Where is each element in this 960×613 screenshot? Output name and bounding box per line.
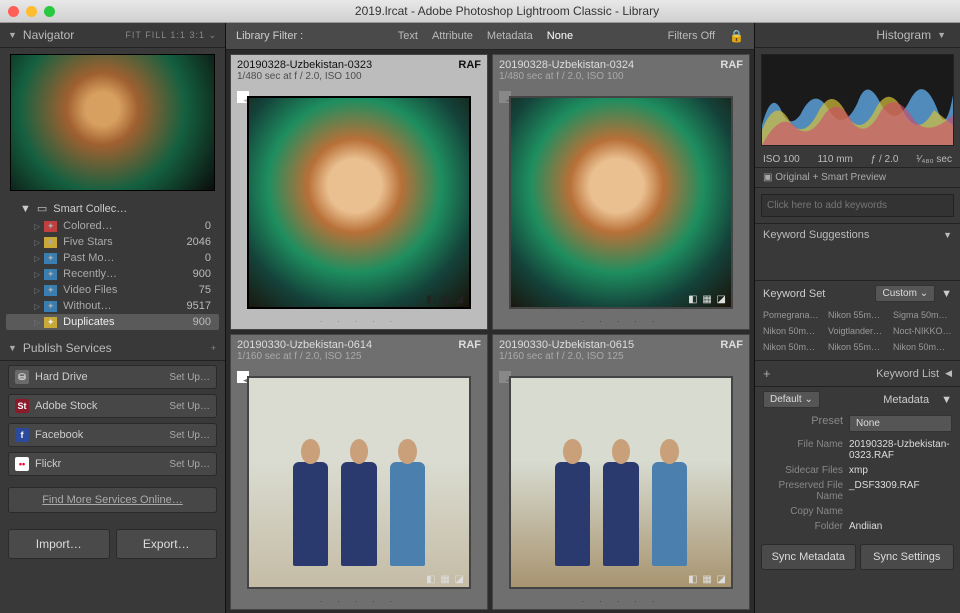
thumbnail-image[interactable]: ◧ ▦ ◪ (247, 96, 471, 309)
lock-icon[interactable]: 🔒 (729, 29, 744, 43)
add-publish-service-button[interactable]: + (211, 343, 217, 353)
thumbnail-image[interactable]: ◧ ▦ ◪ (509, 376, 733, 589)
keyword-input[interactable]: Click here to add keywords (761, 194, 954, 217)
smart-collections-header[interactable]: ▼ ▭ Smart Collec… (6, 199, 219, 218)
sync-settings-button[interactable]: Sync Settings (860, 544, 955, 570)
publish-services-list: ⛁Hard DriveSet Up… StAdobe StockSet Up… fF… (0, 361, 225, 485)
minimize-icon[interactable] (26, 6, 37, 17)
keyword-cell[interactable]: Voigtlander… (826, 324, 889, 338)
center-panel: Library Filter : Text Attribute Metadata… (226, 23, 754, 613)
keyword-cell[interactable]: Noct-NIKKO… (891, 324, 954, 338)
keyword-cell[interactable]: Sigma 50m… (891, 308, 954, 322)
histogram-chart[interactable] (761, 54, 954, 146)
metadata-preset-dropdown[interactable]: None (849, 415, 952, 432)
smart-collection-item[interactable]: ▷✦Past Mo…0 (6, 250, 219, 266)
export-button[interactable]: Export… (116, 529, 218, 559)
metadata-row: Preserved File Name_DSF3309.RAF (763, 478, 952, 504)
keyword-cell[interactable]: Nikon 50mm… (891, 340, 954, 354)
filter-tab-none[interactable]: None (547, 30, 573, 42)
smart-collection-item[interactable]: ▷✦Duplicates900 (6, 314, 219, 330)
grid-cell[interactable]: 20190328-Uzbekistan-0323RAF1/480 sec at … (230, 54, 488, 330)
metadata-value[interactable]: Andiian (849, 521, 952, 532)
chevron-down-icon: ▼ (8, 343, 17, 353)
left-panel: ▼ Navigator FIT FILL 1:1 3:1 ⌄ ▼ ▭ Smart… (0, 23, 226, 613)
window-title: 2019.lrcat - Adobe Photoshop Lightroom C… (62, 4, 952, 18)
thumbnail-grid[interactable]: 20190328-Uzbekistan-0323RAF1/480 sec at … (226, 50, 754, 613)
filters-off-toggle[interactable]: Filters Off (668, 30, 715, 42)
metadata-value[interactable] (849, 506, 952, 517)
close-icon[interactable] (8, 6, 19, 17)
keyword-cell[interactable]: Pomegrana… (761, 308, 824, 322)
navigator-preview[interactable] (10, 54, 215, 191)
right-panel: Histogram ▼ ISO 100 110 mm ƒ / 2.0 ¹⁄₄₈₀… (754, 23, 960, 613)
thumbnail-image[interactable]: ◧ ▦ ◪ (509, 96, 733, 309)
smart-collection-item[interactable]: ▷✦Five Stars2046 (6, 234, 219, 250)
import-button[interactable]: Import… (8, 529, 110, 559)
metadata-fields: File Name20190328-Uzbekistan-0323.RAFSid… (755, 435, 960, 540)
navigator-zoom-options[interactable]: FIT FILL 1:1 3:1 ⌄ (125, 30, 217, 41)
navigator-title: Navigator (23, 28, 74, 42)
metadata-value[interactable]: 20190328-Uzbekistan-0323.RAF (849, 439, 952, 461)
keyword-cell[interactable]: Nikon 55mm… (826, 340, 889, 354)
chevron-down-icon: ▼ (20, 203, 31, 215)
keyword-set-grid[interactable]: Pomegrana…Nikon 55mm…Sigma 50m…Nikon 50m… (755, 306, 960, 360)
publish-service-item[interactable]: fFacebookSet Up… (8, 423, 217, 447)
keyword-list-header[interactable]: + Keyword List ◀ (755, 360, 960, 386)
smart-collection-item[interactable]: ▷✦Colored…0 (6, 218, 219, 234)
navigator-header[interactable]: ▼ Navigator FIT FILL 1:1 3:1 ⌄ (0, 23, 225, 48)
chevron-down-icon: ▼ (8, 30, 17, 40)
metadata-mode-dropdown[interactable]: Default ⌄ (763, 391, 820, 408)
smart-collection-item[interactable]: ▷✦Recently…900 (6, 266, 219, 282)
metadata-value[interactable]: xmp (849, 465, 952, 476)
keyword-set-label: Keyword Set (763, 288, 825, 300)
publish-services-header[interactable]: ▼ Publish Services + (0, 336, 225, 361)
publish-service-item[interactable]: ••FlickrSet Up… (8, 452, 217, 476)
keyword-cell[interactable]: Nikon 55mm… (826, 308, 889, 322)
metadata-row: Copy Name (763, 504, 952, 519)
find-more-services-link[interactable]: Find More Services Online… (8, 487, 217, 513)
smart-collection-item[interactable]: ▷✦Without…9517 (6, 298, 219, 314)
keyword-set-dropdown[interactable]: Custom ⌄ (875, 285, 935, 302)
metadata-value[interactable]: _DSF3309.RAF (849, 480, 952, 502)
metadata-row: File Name20190328-Uzbekistan-0323.RAF (763, 437, 952, 463)
library-filter-bar: Library Filter : Text Attribute Metadata… (226, 23, 754, 50)
keyword-suggestions-header[interactable]: Keyword Suggestions▼ (755, 223, 960, 246)
zoom-icon[interactable] (44, 6, 55, 17)
keyword-cell[interactable]: Nikon 50mm… (761, 340, 824, 354)
add-keyword-button[interactable]: + (763, 366, 771, 381)
collections-list: ▼ ▭ Smart Collec… ▷✦Colored…0▷✦Five Star… (0, 197, 225, 336)
sync-metadata-button[interactable]: Sync Metadata (761, 544, 856, 570)
preview-status: ▣ Original + Smart Preview (755, 168, 960, 188)
chevron-down-icon: ▼ (941, 288, 952, 300)
metadata-header[interactable]: Default ⌄ Metadata ▼ (755, 386, 960, 412)
metadata-row: FolderAndiian (763, 519, 952, 534)
metadata-row: Sidecar Filesxmp (763, 463, 952, 478)
filter-tab-text[interactable]: Text (398, 30, 418, 42)
keyword-cell[interactable]: Nikon 50mm… (761, 324, 824, 338)
library-filter-label: Library Filter : (236, 30, 303, 42)
preset-label: Preset (763, 415, 849, 432)
histogram-header[interactable]: Histogram ▼ (755, 23, 960, 48)
filter-tab-metadata[interactable]: Metadata (487, 30, 533, 42)
window-titlebar: 2019.lrcat - Adobe Photoshop Lightroom C… (0, 0, 960, 23)
grid-cell[interactable]: 20190330-Uzbekistan-0615RAF1/160 sec at … (492, 334, 750, 610)
smart-collection-item[interactable]: ▷✦Video Files75 (6, 282, 219, 298)
grid-cell[interactable]: 20190330-Uzbekistan-0614RAF1/160 sec at … (230, 334, 488, 610)
histogram-info: ISO 100 110 mm ƒ / 2.0 ¹⁄₄₈₀ sec (755, 152, 960, 168)
grid-cell[interactable]: 20190328-Uzbekistan-0324RAF1/480 sec at … (492, 54, 750, 330)
keyword-set-row: Keyword Set Custom ⌄ ▼ (755, 280, 960, 306)
publish-service-item[interactable]: ⛁Hard DriveSet Up… (8, 365, 217, 389)
thumbnail-image[interactable]: ◧ ▦ ◪ (247, 376, 471, 589)
filter-tab-attribute[interactable]: Attribute (432, 30, 473, 42)
chevron-down-icon: ▼ (937, 30, 946, 40)
publish-service-item[interactable]: StAdobe StockSet Up… (8, 394, 217, 418)
